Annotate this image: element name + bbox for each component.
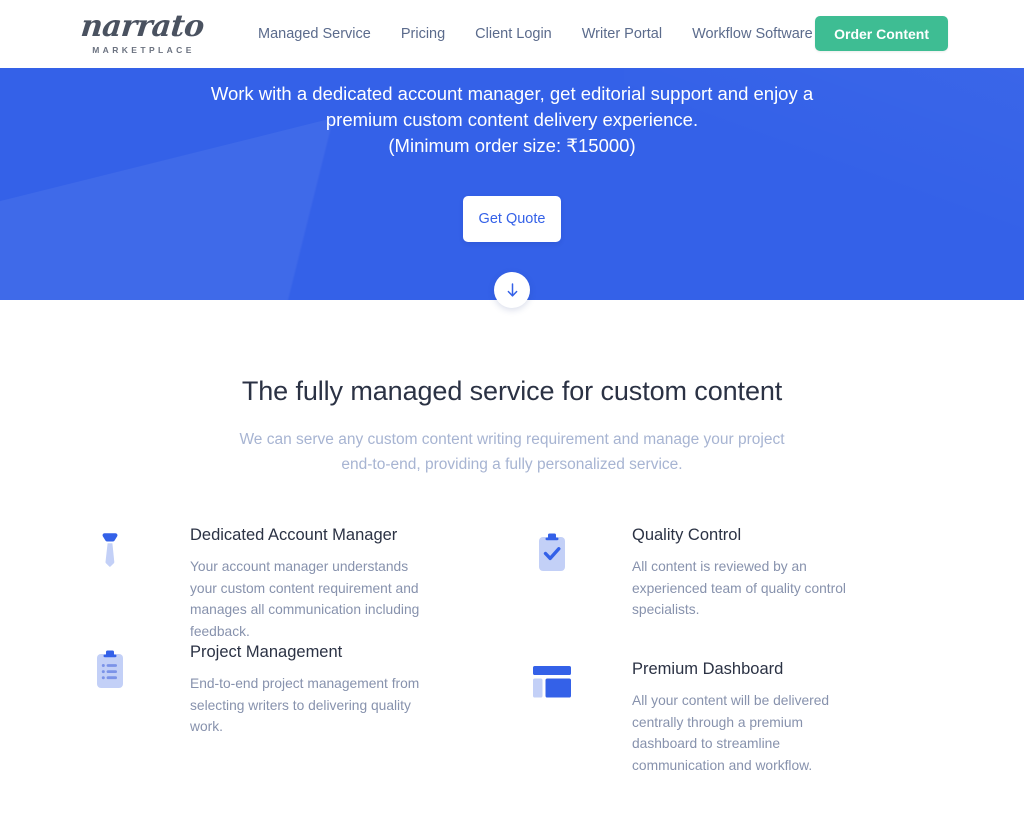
dashboard-layout-icon bbox=[530, 659, 574, 699]
feature-text: Premium Dashboard All your content will … bbox=[632, 659, 954, 776]
section-subtitle-line-1: We can serve any custom content writing … bbox=[239, 431, 785, 448]
hero-banner: Work with a dedicated account manager, g… bbox=[0, 68, 1024, 300]
feature-grid: Dedicated Account Manager Your account m… bbox=[0, 525, 1024, 776]
site-header: narrato MARKETPLACE Managed Service Pric… bbox=[0, 0, 1024, 68]
feature-description: End-to-end project management from selec… bbox=[190, 676, 420, 734]
feature-item-project-management: Project Management End-to-end project ma… bbox=[70, 486, 512, 776]
feature-description: All your content will be delivered centr… bbox=[632, 693, 830, 773]
nav-item-workflow-software[interactable]: Workflow Software bbox=[692, 26, 813, 42]
nav-item-pricing[interactable]: Pricing bbox=[401, 26, 445, 42]
clipboard-list-icon bbox=[88, 642, 132, 694]
feature-text: Project Management End-to-end project ma… bbox=[190, 642, 512, 738]
feature-item-premium-dashboard: Premium Dashboard All your content will … bbox=[512, 486, 954, 776]
page-root: narrato MARKETPLACE Managed Service Pric… bbox=[0, 0, 1024, 838]
feature-title: Premium Dashboard bbox=[632, 660, 784, 678]
primary-nav: Managed Service Pricing Client Login Wri… bbox=[258, 0, 813, 68]
section-subtitle: We can serve any custom content writing … bbox=[0, 427, 1024, 477]
section-title: The fully managed service for custom con… bbox=[241, 376, 783, 406]
narrato-logo[interactable]: narrato MARKETPLACE bbox=[78, 6, 206, 60]
section-subtitle-line-2: end-to-end, providing a fully personaliz… bbox=[341, 456, 683, 473]
hero-headline-line-2: premium custom content delivery experien… bbox=[325, 109, 699, 130]
feature-title: Project Management bbox=[190, 643, 343, 661]
scroll-down-button[interactable] bbox=[494, 272, 530, 308]
get-quote-button[interactable]: Get Quote bbox=[463, 196, 561, 242]
hero-headline-line-1: Work with a dedicated account manager, g… bbox=[210, 83, 814, 104]
nav-item-managed-service[interactable]: Managed Service bbox=[258, 26, 371, 42]
order-content-button[interactable]: Order Content bbox=[815, 16, 948, 51]
managed-service-section: The fully managed service for custom con… bbox=[0, 300, 1024, 477]
logo-wordmark: narrato bbox=[78, 8, 206, 44]
nav-item-client-login[interactable]: Client Login bbox=[475, 26, 552, 42]
nav-item-writer-portal[interactable]: Writer Portal bbox=[582, 26, 662, 42]
hero-minimum-order-note: (Minimum order size: ₹15000) bbox=[388, 135, 636, 156]
hero-headline: Work with a dedicated account manager, g… bbox=[0, 81, 1024, 159]
arrow-down-icon bbox=[506, 282, 519, 298]
hero-content: Work with a dedicated account manager, g… bbox=[0, 68, 1024, 242]
logo-subtitle: MARKETPLACE bbox=[92, 44, 195, 55]
